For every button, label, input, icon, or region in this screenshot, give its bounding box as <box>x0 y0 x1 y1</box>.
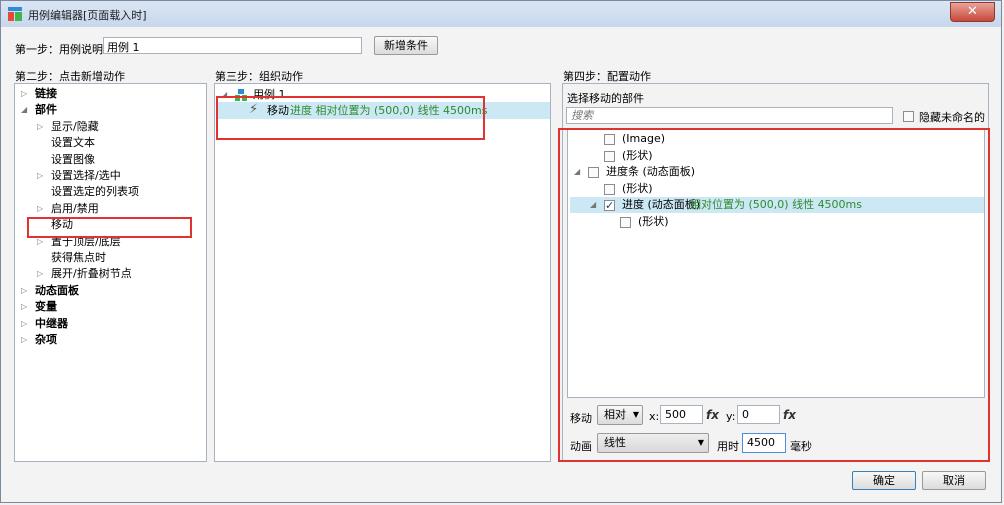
expand-triangle-icon[interactable]: ▷ <box>37 237 47 247</box>
window-title: 用例编辑器[页面载入时] <box>28 9 147 22</box>
expand-triangle-icon[interactable]: ▷ <box>21 89 31 99</box>
action-tree-item-label: 设置选定的列表项 <box>51 185 139 199</box>
action-tree-item-label: 杂项 <box>35 333 57 346</box>
hide-unnamed-label: 隐藏未命名的 <box>919 111 985 124</box>
highlight-action <box>216 96 485 140</box>
expand-triangle-icon[interactable]: ▷ <box>21 286 31 296</box>
action-tree-item-label: 获得焦点时 <box>51 251 106 264</box>
action-tree-item-label: 变量 <box>35 300 57 314</box>
step3-label: 第三步：组织动作 <box>215 70 303 83</box>
close-button[interactable]: ✕ <box>950 2 995 22</box>
add-action-tree: ▷ 链接 ◢ 部件 ▷ 显示/隐藏设置文本设置图像 ▷ 设置选择/选中设置选定的列表项 ▷ 启用/… <box>14 83 207 462</box>
step4-label: 第四步：配置动作 <box>563 70 651 83</box>
add-condition-button[interactable]: 新增条件 <box>374 36 438 55</box>
expand-triangle-icon[interactable]: ▷ <box>37 204 47 214</box>
action-tree-item-label: 显示/隐藏 <box>51 119 99 133</box>
cancel-button[interactable]: 取消 <box>922 471 986 490</box>
action-tree-item-label: 动态面板 <box>35 283 79 297</box>
hide-unnamed-checkbox[interactable] <box>903 111 914 122</box>
highlight-move-action <box>27 217 192 238</box>
highlight-config <box>558 128 990 462</box>
expand-triangle-icon[interactable]: ▷ <box>37 171 47 181</box>
action-tree-item-label: 启用/禁用 <box>51 201 99 215</box>
case-description-input[interactable]: 用例 1 <box>103 37 362 54</box>
action-tree-item-label: 设置选择/选中 <box>51 169 121 182</box>
step1-label: 第一步：用例说明 <box>15 43 103 56</box>
title-bar: 用例编辑器[页面载入时] ✕ <box>1 1 1001 27</box>
step2-label: 第二步：点击新增动作 <box>15 70 125 83</box>
expand-triangle-icon[interactable]: ▷ <box>21 302 31 312</box>
expand-triangle-icon[interactable]: ▷ <box>37 122 47 132</box>
use-case-editor-window: 用例编辑器[页面载入时] ✕ 第一步：用例说明 用例 1 新增条件 第二步：点击… <box>0 0 1002 503</box>
action-tree-item-label: 部件 <box>35 103 57 117</box>
action-tree-item-label: 链接 <box>35 87 57 100</box>
action-tree-item-label: 中继器 <box>35 316 68 330</box>
action-tree-item-label: 设置文本 <box>51 136 95 150</box>
expand-triangle-icon[interactable]: ▷ <box>21 335 31 345</box>
app-logo-icon <box>8 7 22 21</box>
action-tree-item-label: 设置图像 <box>51 152 95 166</box>
widget-search-input[interactable] <box>566 107 893 124</box>
expand-triangle-icon[interactable]: ▷ <box>37 269 47 279</box>
collapse-triangle-icon[interactable]: ◢ <box>21 105 31 115</box>
select-widget-label: 选择移动的部件 <box>567 92 644 105</box>
expand-triangle-icon[interactable]: ▷ <box>21 319 31 329</box>
ok-button[interactable]: 确定 <box>852 471 916 490</box>
action-tree-item-label: 展开/折叠树节点 <box>51 267 132 281</box>
